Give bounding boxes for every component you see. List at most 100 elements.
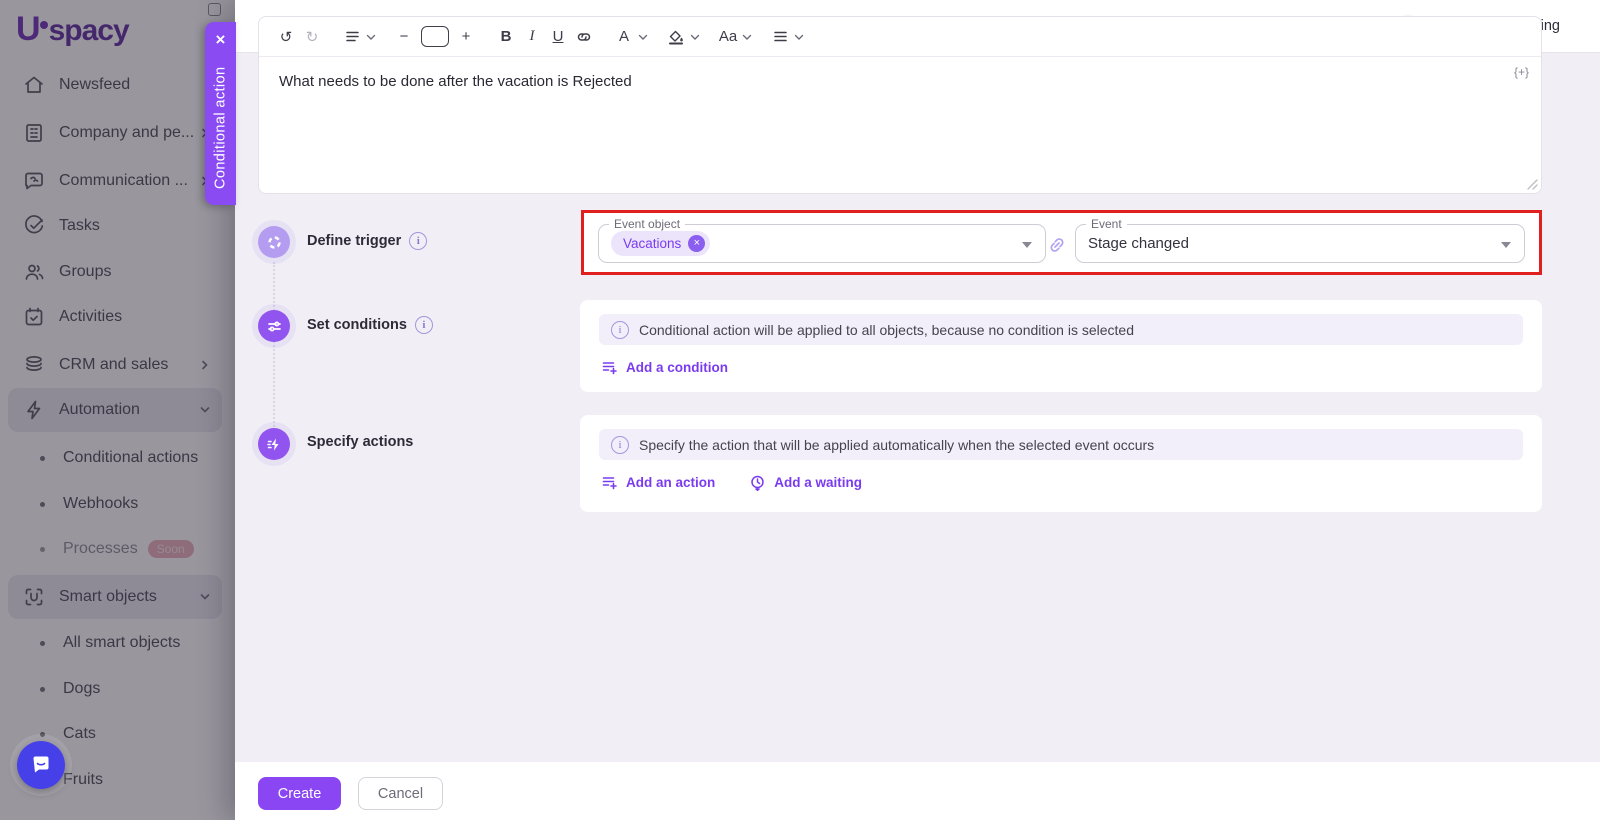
chevron-down-icon (198, 403, 212, 417)
logo-dot (40, 21, 48, 29)
define-trigger-label-row: Define trigger i (307, 232, 427, 250)
link-icon[interactable] (571, 24, 597, 50)
sidebar-item-label: All smart objects (63, 634, 212, 652)
insert-variable-button[interactable]: {+} (1514, 65, 1529, 79)
add-waiting-button[interactable]: Add a waiting (749, 474, 862, 491)
specify-actions-step-icon (258, 428, 290, 460)
chip-label: Vacations (623, 236, 681, 251)
sidebar-item-label: Communication ... (59, 172, 198, 190)
event-value: Stage changed (1088, 235, 1189, 252)
bullet-icon (40, 687, 45, 692)
info-icon: i (611, 321, 629, 339)
step-label-text: Define trigger (307, 233, 401, 249)
bold-button[interactable]: B (493, 24, 519, 50)
dropdown-caret-icon[interactable] (1022, 242, 1032, 248)
sidebar-item-newsfeed[interactable]: Newsfeed (8, 63, 222, 107)
sidebar-item-all-smart-objects[interactable]: All smart objects (8, 621, 222, 665)
line-spacing-icon[interactable] (339, 24, 365, 50)
close-icon[interactable]: × (205, 28, 236, 52)
chevron-down-icon[interactable] (741, 31, 753, 43)
chevron-down-icon (198, 590, 212, 604)
create-button[interactable]: Create (258, 777, 341, 810)
link-fields-icon[interactable] (1046, 234, 1068, 256)
building-icon (22, 121, 46, 145)
chevron-down-icon[interactable] (689, 31, 701, 43)
chip-remove-icon[interactable]: × (688, 235, 705, 252)
redo-icon[interactable]: ↻ (299, 24, 325, 50)
info-icon[interactable]: i (409, 232, 427, 250)
chevron-down-icon[interactable] (793, 31, 805, 43)
list-plus-icon (601, 359, 618, 376)
text-color-button[interactable]: A (611, 24, 637, 50)
specify-actions-label-row: Specify actions (307, 434, 413, 450)
sidebar: Uspacy Newsfeed Company and pe... Commun… (0, 0, 235, 820)
dropdown-caret-icon[interactable] (1501, 242, 1511, 248)
sidebar-item-crm[interactable]: CRM and sales (8, 343, 222, 387)
chevron-right-icon (198, 358, 212, 372)
font-size-increase-icon[interactable]: + (453, 24, 479, 50)
cancel-button[interactable]: Cancel (358, 777, 443, 810)
clock-icon (749, 474, 766, 491)
chat-launcher-button[interactable] (17, 741, 65, 789)
sidebar-item-automation[interactable]: Automation (8, 388, 222, 432)
uspacy-logo[interactable]: Uspacy (16, 10, 129, 49)
font-size-input[interactable] (421, 26, 449, 47)
text-case-button[interactable]: Aa (715, 24, 741, 50)
align-icon[interactable] (767, 24, 793, 50)
set-conditions-label-row: Set conditions i (307, 316, 433, 334)
sidebar-item-activities[interactable]: Activities (8, 295, 222, 339)
add-action-button[interactable]: Add an action (601, 474, 715, 491)
sidebar-item-label: Fruits (63, 771, 212, 789)
actions-info-text: Specify the action that will be applied … (639, 437, 1154, 453)
calendar-icon (22, 305, 46, 329)
sidebar-item-communication[interactable]: Communication ... (8, 159, 222, 203)
check-circle-icon (22, 214, 46, 238)
editor-toolbar: ↺ ↻ − + B I U (259, 17, 1541, 57)
sidebar-item-groups[interactable]: Groups (8, 250, 222, 294)
sidebar-item-tasks[interactable]: Tasks (8, 204, 222, 248)
target-icon (266, 234, 283, 251)
sliders-icon (266, 318, 283, 335)
list-plus-icon (601, 474, 618, 491)
info-icon[interactable]: i (415, 316, 433, 334)
undo-icon[interactable]: ↺ (273, 24, 299, 50)
resize-handle-icon[interactable] (1527, 179, 1538, 190)
event-object-label: Event object (609, 217, 685, 231)
description-text: What needs to be done after the vacation… (279, 73, 632, 90)
lightning-icon (22, 398, 46, 422)
sidebar-item-smart-objects[interactable]: Smart objects (8, 575, 222, 619)
step-label-text: Set conditions (307, 317, 407, 333)
sidebar-item-company[interactable]: Company and pe... (8, 111, 222, 155)
add-condition-button[interactable]: Add a condition (601, 359, 728, 376)
chevron-down-icon[interactable] (637, 31, 649, 43)
chat-icon (29, 753, 53, 777)
sidebar-item-label: Company and pe... (59, 124, 198, 142)
chevron-down-icon[interactable] (365, 31, 377, 43)
bullet-icon (40, 641, 45, 646)
sidebar-item-dogs[interactable]: Dogs (8, 667, 222, 711)
bullet-icon (40, 502, 45, 507)
steps-connector-line (273, 262, 275, 434)
bullet-icon (40, 456, 45, 461)
logo-u-glyph: U (16, 10, 40, 48)
bullet-icon (40, 732, 45, 737)
sidebar-item-conditional-actions[interactable]: Conditional actions (8, 436, 222, 480)
conditional-action-panel: 12.Rejected Activate after saving ↺ ↻ − … (235, 0, 1600, 820)
sidebar-collapse-icon[interactable] (208, 3, 221, 16)
highlight-color-icon[interactable] (663, 24, 689, 50)
sidebar-item-webhooks[interactable]: Webhooks (8, 482, 222, 526)
event-select[interactable]: Event Stage changed (1075, 224, 1525, 263)
sidebar-item-label: Processes (63, 540, 138, 558)
event-label: Event (1086, 217, 1127, 231)
sidebar-item-label: Webhooks (63, 495, 212, 513)
sidebar-item-label: CRM and sales (59, 356, 198, 374)
font-size-decrease-icon[interactable]: − (391, 24, 417, 50)
conditions-info-text: Conditional action will be applied to al… (639, 322, 1134, 338)
drawer-tab-label: Conditional action (205, 58, 236, 198)
event-object-select[interactable]: Event object Vacations × (598, 224, 1046, 263)
underline-button[interactable]: U (545, 24, 571, 50)
set-conditions-step-icon (258, 310, 290, 342)
conditional-action-drawer-tab[interactable]: × Conditional action (205, 22, 236, 205)
description-textarea[interactable]: What needs to be done after the vacation… (259, 57, 1541, 193)
italic-button[interactable]: I (519, 24, 545, 50)
